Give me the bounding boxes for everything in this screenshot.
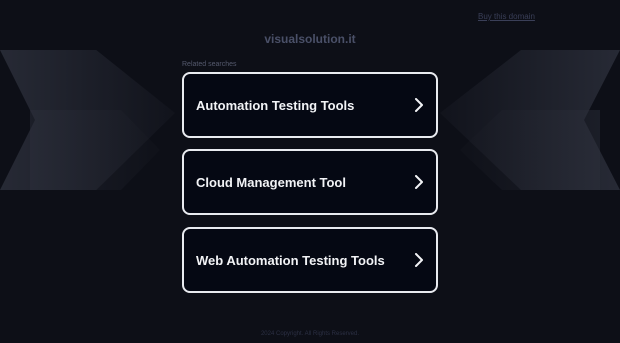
related-searches-label: Related searches [182,61,237,68]
chevron-right-icon [415,98,423,112]
related-search-item-label: Cloud Management Tool [196,174,346,190]
related-search-item-cloud-management-tool[interactable]: Cloud Management Tool [182,149,438,215]
buy-domain-link[interactable]: Buy this domain [478,12,535,21]
related-search-item-label: Automation Testing Tools [196,97,355,113]
chevron-right-icon [415,175,423,189]
chevron-right-icon [415,253,423,267]
footer-copyright: 2024 Copyright. All Rights Reserved. [260,331,360,337]
site-title: visualsolution.it [264,32,356,46]
related-search-item-label: Web Automation Testing Tools [196,252,385,268]
related-search-item-web-automation-testing-tools[interactable]: Web Automation Testing Tools [182,227,438,293]
related-search-item-automation-testing-tools[interactable]: Automation Testing Tools [182,72,438,138]
